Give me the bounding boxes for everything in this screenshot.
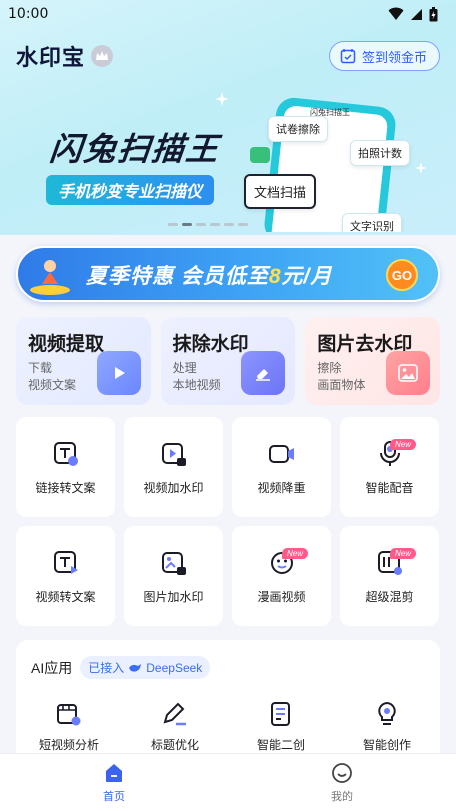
status-bar: 10:00 [0,0,456,28]
tool-label: 超级混剪 [365,589,414,604]
ai-item-label: 智能创作 [362,738,411,752]
home-icon [106,763,122,782]
deepseek-chip[interactable]: 已接入 DeepSeek [80,656,211,679]
ai-apps-header: AI应用 已接入 DeepSeek [31,656,211,679]
new-badge: New [390,548,417,559]
surfer-icon [30,260,70,295]
play-icon [96,351,141,395]
tool-label: 图片加水印 [143,589,204,604]
carousel-dot[interactable] [224,223,234,226]
image-icon [386,351,431,395]
nav-profile[interactable]: 我的 [228,754,456,811]
deepseek-chip-name: DeepSeek [146,660,203,675]
tool-super-mix[interactable]: New 超级混剪 [340,526,439,626]
deepseek-chip-prefix: 已接入 [88,661,125,675]
camera-icon [250,147,270,163]
banner-tag: 试卷擦除 [268,116,328,142]
banner-carousel[interactable]: 闪兔扫描王 手机秒变专业扫描仪 闪兔扫描王 试卷擦除 拍照计数 文档扫描 文字识… [0,82,456,232]
tool-link-to-text[interactable]: 链接转文案 [16,417,115,517]
video-text-icon [53,550,78,574]
sparkle-icon [215,92,229,106]
promo-text-suffix: 元/月 [281,265,333,288]
feature-card-image-watermark[interactable]: 图片去水印 擦除 画面物体 [305,317,441,405]
tool-label: 漫画视频 [257,589,306,604]
tool-video-dedupe[interactable]: 视频降重 [232,417,331,517]
nav-home[interactable]: 首页 [0,754,228,811]
eraser-icon [241,351,286,395]
promo-go-button[interactable]: GO [386,259,418,291]
battery-icon [429,6,438,21]
link-text-icon [53,441,78,466]
checkin-button[interactable]: 签到领金币 [328,41,440,71]
carousel-dot[interactable] [182,223,192,226]
nav-label: 首页 [103,790,125,803]
whale-icon [129,663,142,672]
banner-title: 闪兔扫描王 [47,131,222,167]
bottom-nav: 首页 我的 [0,753,456,811]
tool-grid-row-1: 链接转文案 视频加水印 视频降重 New 智能配音 [16,417,440,517]
ai-item-label: 智能二创 [256,738,305,752]
promo-banner[interactable]: 夏季特惠 会员低至8元/月 GO [16,246,440,302]
tool-comic-video[interactable]: New 漫画视频 [232,526,331,626]
ai-apps-list: 短视频分析 标题优化 智能二创 智能创作 [16,700,440,753]
tool-label: 智能配音 [365,480,414,495]
ai-item-label: 标题优化 [150,738,199,752]
feature-card-video-extract[interactable]: 视频提取 下载 视频文案 [16,317,151,405]
tool-label: 视频加水印 [143,480,204,495]
promo-highlight: 8 [268,265,282,288]
signal-icon [411,8,422,20]
video-camera-icon [268,444,294,463]
ai-item-smart-remix[interactable]: 智能二创 [228,700,334,753]
checkin-label: 签到领金币 [361,49,427,65]
nav-label: 我的 [331,790,353,803]
calendar-check-icon [340,49,356,64]
tool-video-watermark[interactable]: 视频加水印 [124,417,223,517]
new-badge: New [282,548,309,559]
carousel-dots [168,223,248,226]
status-time: 10:00 [8,6,49,22]
banner-subtitle: 手机秒变专业扫描仪 [46,175,215,205]
banner-tag: 拍照计数 [350,140,410,166]
promo-text-prefix: 夏季特惠 会员低至 [86,265,269,288]
image-watermark-icon [161,551,186,575]
app-title: 水印宝 [16,45,86,70]
carousel-dot[interactable] [196,223,206,226]
tool-video-to-text[interactable]: 视频转文案 [16,526,115,626]
ai-item-smart-create[interactable]: 智能创作 [334,700,440,753]
brand: 水印宝 [16,40,114,72]
film-analysis-icon [57,704,81,726]
profile-icon [332,762,352,783]
feature-card-remove-watermark[interactable]: 抹除水印 处理 本地视频 [160,317,296,405]
tool-image-watermark[interactable]: 图片加水印 [124,526,223,626]
feature-cards: 视频提取 下载 视频文案 抹除水印 处理 本地视频 图片去水印 擦除 画面物体 [16,317,441,405]
ai-apps-panel: AI应用 已接入 DeepSeek 短视频分析 标题优化 智能二创 智能创作 [16,640,440,760]
tool-label: 链接转文案 [35,480,96,495]
ai-item-video-analysis[interactable]: 短视频分析 [16,700,122,753]
crown-icon[interactable] [91,45,114,67]
carousel-dot[interactable] [168,223,178,226]
video-watermark-icon [161,442,186,466]
ai-item-title-optimize[interactable]: 标题优化 [122,700,228,753]
banner-tag: 文字识别 [342,213,402,232]
tool-label: 视频转文案 [35,589,96,604]
promo-text: 夏季特惠 会员低至8元/月 [86,260,332,290]
bulb-ai-icon [378,701,396,725]
ai-apps-title: AI应用 [31,659,73,676]
carousel-dot[interactable] [238,223,248,226]
carousel-dot[interactable] [210,223,220,226]
wifi-icon [388,7,404,20]
new-badge: New [390,439,417,450]
pen-ai-icon [163,702,186,726]
tool-smart-dubbing[interactable]: New 智能配音 [340,417,439,517]
tool-label: 视频降重 [257,480,306,495]
status-icons [388,6,438,22]
banner-tag: 文档扫描 [244,174,317,209]
app-header: 水印宝 签到领金币 [16,40,440,72]
ai-item-label: 短视频分析 [38,738,99,752]
sparkle-icon [415,162,427,174]
tool-grid-row-2: 视频转文案 图片加水印 New 漫画视频 New 超级混剪 [16,526,440,626]
doc-ai-icon [271,702,290,726]
